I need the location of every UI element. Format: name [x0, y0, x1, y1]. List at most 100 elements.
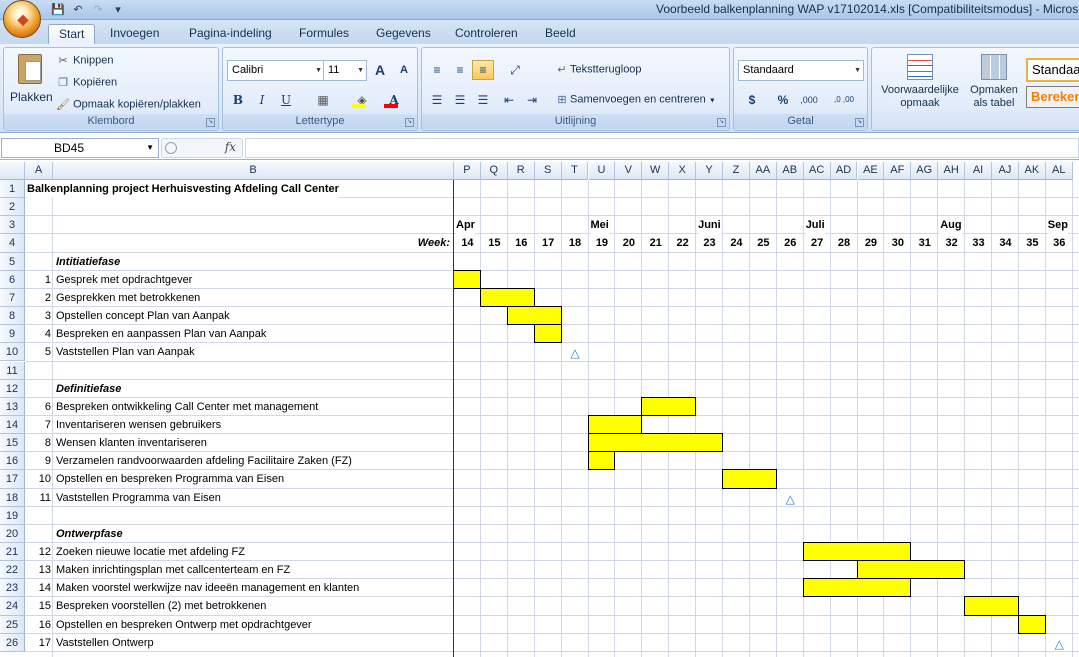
column-header[interactable]: AL	[1045, 162, 1073, 180]
qat-customize-icon[interactable]: ▾	[110, 3, 126, 17]
align-middle-icon[interactable]: ≡	[449, 60, 471, 80]
row-header[interactable]: 24	[0, 597, 25, 616]
column-header[interactable]: AK	[1018, 162, 1046, 180]
tab-invoegen[interactable]: Invoegen	[108, 24, 161, 45]
conditional-format-button[interactable]: Voorwaardelijke opmaak	[876, 52, 964, 118]
row-header[interactable]: 23	[0, 579, 25, 598]
merge-center-button[interactable]: ⊞ Samenvoegen en centreren ▼	[554, 93, 715, 106]
cut-button[interactable]: ✂ Knippen	[56, 54, 113, 67]
column-header[interactable]: AA	[749, 162, 777, 180]
underline-button[interactable]: U	[275, 90, 297, 110]
formula-input[interactable]	[245, 138, 1079, 158]
row-header[interactable]: 14	[0, 415, 25, 435]
style-normal-tile[interactable]: Standaa	[1026, 58, 1079, 82]
borders-button[interactable]: ▦	[307, 90, 339, 110]
align-center-icon[interactable]: ☰	[449, 90, 471, 110]
grow-font-button[interactable]: A	[369, 60, 391, 80]
column-header[interactable]: Y	[696, 162, 723, 180]
shrink-font-button[interactable]: A	[393, 60, 415, 80]
column-header[interactable]: U	[588, 162, 616, 180]
dialog-launcher-icon[interactable]: ↘	[405, 118, 414, 127]
number-format-combo[interactable]: Standaard ▼	[738, 60, 864, 81]
percent-button[interactable]: %	[772, 90, 794, 110]
column-header[interactable]: S	[534, 162, 562, 180]
style-calc-tile[interactable]: Bereken	[1026, 86, 1079, 108]
decrease-indent-icon[interactable]: ⇤	[498, 90, 520, 110]
column-header[interactable]: R	[507, 162, 535, 180]
row-header[interactable]: 10	[0, 343, 25, 362]
worksheet-grid[interactable]: A B P Q R S T U V W X Y Z AA AB AC AD AE AF AG AH AI AJ AK AL 1 2 3…	[0, 162, 1079, 657]
row-header[interactable]: 2	[0, 198, 25, 217]
font-size-combo[interactable]: 11 ▼	[323, 60, 367, 81]
align-right-icon[interactable]: ☰	[472, 90, 494, 110]
column-header[interactable]: V	[615, 162, 643, 180]
column-header[interactable]: Q	[480, 162, 508, 180]
row-header[interactable]: 12	[0, 379, 25, 398]
row-header[interactable]: 18	[0, 488, 25, 507]
column-header[interactable]: AC	[803, 162, 831, 180]
row-header[interactable]: 25	[0, 615, 25, 634]
copy-button[interactable]: ❐ Kopiëren	[56, 76, 117, 89]
align-top-icon[interactable]: ≡	[426, 60, 448, 80]
dialog-launcher-icon[interactable]: ↘	[206, 118, 215, 127]
dialog-launcher-icon[interactable]: ↘	[717, 118, 726, 127]
increase-indent-icon[interactable]: ⇥	[521, 90, 543, 110]
tab-pagina-indeling[interactable]: Pagina-indeling	[187, 24, 274, 45]
decimals-button[interactable]: ,0 ,00	[824, 90, 864, 110]
row-header[interactable]: 1	[0, 180, 25, 199]
align-left-icon[interactable]: ☰	[426, 90, 448, 110]
column-header[interactable]: AD	[830, 162, 858, 180]
row-header[interactable]: 22	[0, 561, 25, 580]
office-button[interactable]: ◆	[3, 0, 41, 38]
font-color-button[interactable]: A	[379, 90, 409, 110]
name-box[interactable]: BD45 ▼	[1, 138, 159, 158]
row-header[interactable]: 8	[0, 307, 25, 326]
corner-cell[interactable]	[0, 162, 25, 180]
format-painter-button[interactable]: 🖌 Opmaak kopiëren/plakken	[56, 98, 201, 111]
column-header[interactable]: AJ	[992, 162, 1019, 180]
column-header[interactable]: W	[642, 162, 670, 180]
column-header[interactable]: AG	[911, 162, 939, 180]
undo-icon[interactable]: ↶	[70, 3, 86, 17]
tab-controleren[interactable]: Controleren	[453, 24, 520, 45]
paste-button[interactable]: Plakken	[10, 52, 53, 114]
fill-color-button[interactable]: ◈	[347, 90, 377, 110]
align-bottom-icon[interactable]: ≡	[472, 60, 494, 80]
column-header[interactable]: A	[25, 162, 53, 180]
bold-button[interactable]: B	[227, 90, 249, 110]
column-header[interactable]: AF	[884, 162, 912, 180]
tab-formules[interactable]: Formules	[297, 24, 351, 45]
orientation-icon[interactable]: ⤢	[500, 60, 530, 80]
row-header[interactable]: 4	[0, 234, 25, 253]
column-header[interactable]: AH	[938, 162, 966, 180]
column-header[interactable]: T	[561, 162, 589, 180]
column-header[interactable]: X	[669, 162, 697, 180]
row-header[interactable]: 7	[0, 288, 25, 308]
row-header[interactable]: 16	[0, 452, 25, 471]
thousands-button[interactable]: ,000	[796, 90, 822, 110]
row-header[interactable]: 6	[0, 270, 25, 289]
row-header[interactable]: 26	[0, 633, 25, 652]
redo-icon[interactable]: ↷	[90, 3, 106, 17]
italic-button[interactable]: I	[251, 90, 273, 110]
column-header[interactable]: AE	[857, 162, 885, 180]
column-header[interactable]: P	[454, 162, 481, 180]
column-header[interactable]: Z	[723, 162, 750, 180]
row-header[interactable]: 19	[0, 506, 25, 525]
wrap-text-button[interactable]: ↵ Tekstterugloop	[554, 63, 641, 76]
row-header[interactable]: 17	[0, 470, 25, 489]
font-name-combo[interactable]: Calibri ▼	[227, 60, 325, 81]
insert-function-button[interactable]: fx	[225, 140, 236, 154]
save-icon[interactable]: 💾	[50, 3, 66, 17]
row-header[interactable]: 20	[0, 524, 25, 543]
format-as-table-button[interactable]: Opmaken als tabel	[964, 52, 1024, 118]
row-header[interactable]: 3	[0, 216, 25, 235]
tab-beeld[interactable]: Beeld	[543, 24, 578, 45]
row-header[interactable]: 15	[0, 434, 25, 453]
tab-gegevens[interactable]: Gegevens	[374, 24, 433, 45]
row-header[interactable]: 21	[0, 543, 25, 562]
row-header[interactable]: 13	[0, 397, 25, 416]
row-header[interactable]: 5	[0, 252, 25, 271]
row-header[interactable]: 11	[0, 361, 25, 380]
expand-icon[interactable]	[165, 142, 177, 154]
